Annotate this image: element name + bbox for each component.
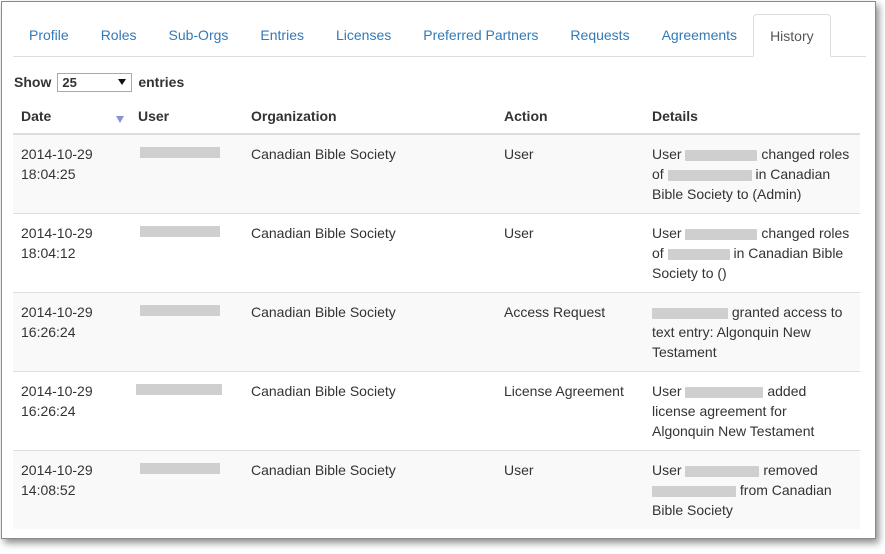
tab-preferred-partners[interactable]: Preferred Partners (407, 14, 554, 56)
time-text: 18:04:25 (21, 166, 76, 182)
cell-date: 2014-10-29 16:26:24 (13, 292, 130, 372)
history-table-body: 2014-10-29 18:04:25 Canadian Bible Society… (13, 133, 860, 529)
history-panel: Profile Roles Sub-Orgs Entries Licenses Prefe… (1, 1, 876, 539)
redacted-name (685, 149, 758, 161)
redacted-user-name (136, 384, 222, 395)
tab-licenses[interactable]: Licenses (320, 14, 407, 56)
cell-organization: Canadian Bible Society (243, 450, 496, 529)
redacted-user-name (140, 305, 220, 316)
cell-action: Access Request (496, 292, 644, 372)
tab-bar: Profile Roles Sub-Orgs Entries Licenses Prefe… (13, 14, 866, 57)
tab-sub-orgs[interactable]: Sub-Orgs (152, 14, 244, 56)
table-row: 2014-10-29 16:26:24 Canadian Bible Society… (13, 371, 860, 451)
details-text: User (652, 146, 686, 162)
date-text: 2014-10-29 (21, 383, 93, 399)
column-header-details[interactable]: Details (644, 98, 860, 135)
cell-details: User added license agreement for Algonqu… (644, 371, 860, 451)
cell-date: 2014-10-29 18:04:12 (13, 213, 130, 293)
time-text: 16:26:24 (21, 403, 76, 419)
date-text: 2014-10-29 (21, 462, 93, 478)
details-text: removed (759, 462, 818, 478)
details-text: User (652, 383, 686, 399)
show-label: Show (14, 74, 52, 90)
time-text: 16:26:24 (21, 324, 76, 340)
cell-organization: Canadian Bible Society (243, 292, 496, 372)
cell-action: User (496, 213, 644, 293)
cell-action: User (496, 450, 644, 529)
cell-action: User (496, 133, 644, 214)
cell-details: User changed roles of in Canadian Bible … (644, 213, 860, 293)
page-length-control: Show 25 entries (14, 71, 184, 93)
details-text: User (652, 462, 686, 478)
date-text: 2014-10-29 (21, 225, 93, 241)
table-row: 2014-10-29 18:04:12 Canadian Bible Society… (13, 213, 860, 293)
redacted-name (652, 307, 728, 319)
date-text: 2014-10-29 (21, 146, 93, 162)
table-header-row: Date User Organization Action Details (13, 98, 860, 135)
column-header-user[interactable]: User (130, 98, 243, 135)
date-text: 2014-10-29 (21, 304, 93, 320)
tab-requests[interactable]: Requests (554, 14, 645, 56)
time-text: 18:04:12 (21, 245, 76, 261)
cell-user (130, 292, 243, 372)
cell-date: 2014-10-29 18:04:25 (13, 133, 130, 214)
column-header-organization[interactable]: Organization (243, 98, 496, 135)
entries-label: entries (138, 74, 185, 90)
redacted-name (685, 228, 758, 240)
chevron-down-icon (118, 78, 127, 85)
tab-entries[interactable]: Entries (244, 14, 320, 56)
cell-details: User changed roles of in Canadian Bible … (644, 133, 860, 214)
column-header-date[interactable]: Date (13, 98, 130, 135)
redacted-name (685, 465, 760, 477)
entries-per-page-select[interactable]: 25 (57, 72, 133, 92)
cell-details: User removed from Canadian Bible Society (644, 450, 860, 529)
column-header-action[interactable]: Action (496, 98, 644, 135)
table-row: 2014-10-29 18:04:25 Canadian Bible Society… (13, 133, 860, 214)
time-text: 14:08:52 (21, 482, 76, 498)
redacted-name (685, 386, 764, 398)
redacted-name (652, 485, 736, 497)
cell-user (130, 213, 243, 293)
tab-roles[interactable]: Roles (85, 14, 153, 56)
cell-user (130, 371, 243, 451)
cell-organization: Canadian Bible Society (243, 213, 496, 293)
cell-date: 2014-10-29 16:26:24 (13, 371, 130, 451)
tab-agreements[interactable]: Agreements (646, 14, 753, 56)
cell-action: License Agreement (496, 371, 644, 451)
history-table: Date User Organization Action Details 20… (13, 98, 860, 529)
cell-user (130, 450, 243, 529)
sort-desc-icon (116, 116, 124, 123)
entries-per-page-value: 25 (62, 74, 77, 90)
redacted-user-name (140, 463, 220, 474)
cell-date: 2014-10-29 14:08:52 (13, 450, 130, 529)
cell-user (130, 133, 243, 214)
cell-organization: Canadian Bible Society (243, 133, 496, 214)
cell-details: granted access to text entry: Algonquin … (644, 292, 860, 372)
table-row: 2014-10-29 14:08:52 Canadian Bible Society… (13, 450, 860, 529)
tab-history[interactable]: History (753, 14, 831, 57)
cell-organization: Canadian Bible Society (243, 371, 496, 451)
redacted-user-name (140, 226, 220, 237)
tab-profile[interactable]: Profile (13, 14, 85, 56)
details-text: User (652, 225, 686, 241)
redacted-user-name (140, 147, 220, 158)
redacted-name (667, 169, 752, 181)
table-row: 2014-10-29 16:26:24 Canadian Bible Society… (13, 292, 860, 372)
redacted-name (667, 248, 730, 260)
